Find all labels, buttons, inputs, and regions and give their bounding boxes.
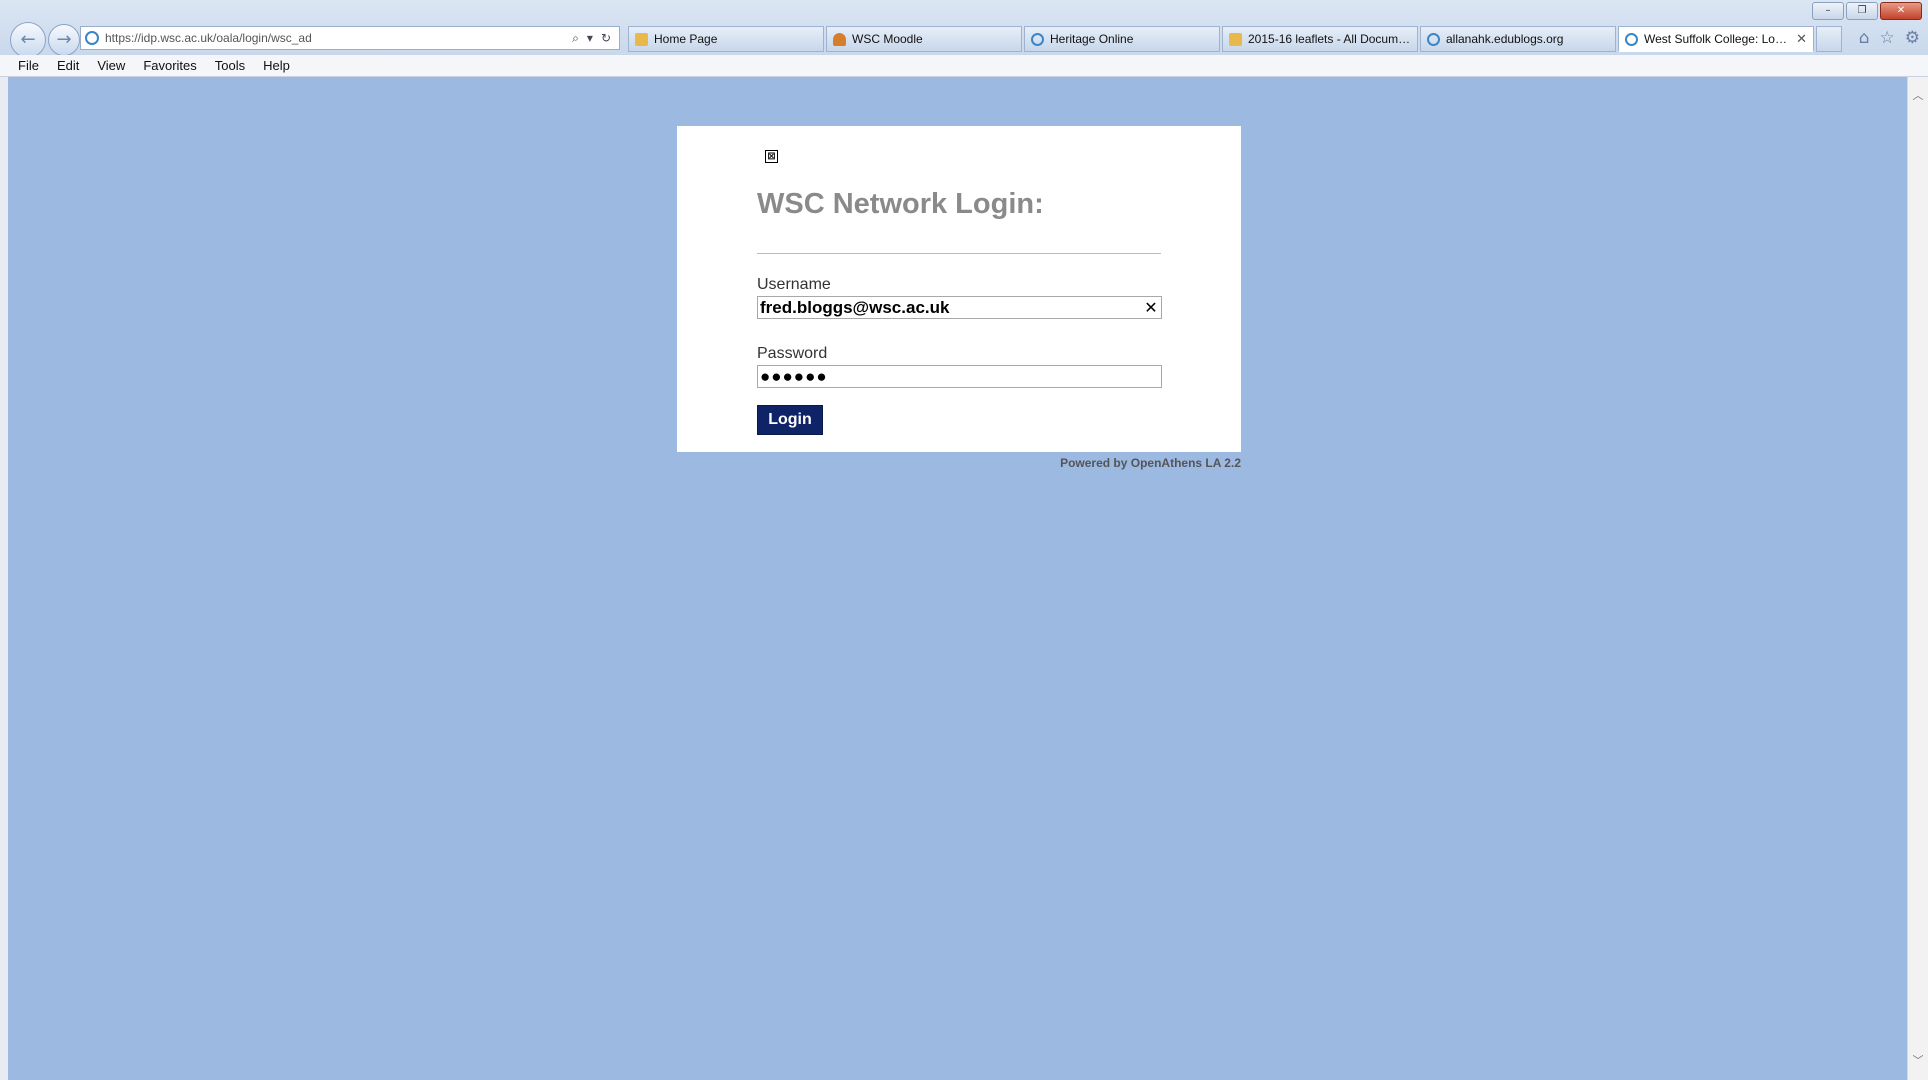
powered-by-text: Powered by OpenAthens LA 2.2 bbox=[1060, 456, 1241, 470]
refresh-icon[interactable]: ↻ bbox=[601, 31, 611, 46]
tab-leaflets[interactable]: 2015-16 leaflets - All Docume... bbox=[1222, 26, 1418, 52]
scroll-up-icon[interactable]: ︿ bbox=[1908, 87, 1928, 103]
tab-home-page[interactable]: Home Page bbox=[628, 26, 824, 52]
favorites-star-icon[interactable]: ☆ bbox=[1880, 28, 1895, 48]
tab-strip: Home Page WSC Moodle Heritage Online 201… bbox=[628, 26, 1842, 52]
tab-label: Home Page bbox=[654, 32, 718, 46]
tab-label: 2015-16 leaflets - All Docume... bbox=[1248, 32, 1411, 46]
vertical-scrollbar[interactable]: ︿ ﹀ bbox=[1907, 77, 1928, 1080]
password-label: Password bbox=[757, 345, 828, 362]
restore-button[interactable]: ❐ bbox=[1846, 2, 1878, 20]
tab-edublogs[interactable]: allanahk.edublogs.org bbox=[1420, 26, 1616, 52]
ie-page-icon bbox=[1625, 32, 1638, 46]
browser-chrome: – ❐ ✕ ← → https://idp.wsc.ac.uk/oala/log… bbox=[0, 0, 1928, 58]
home-icon[interactable]: ⌂ bbox=[1859, 28, 1870, 48]
arrow-right-icon: → bbox=[56, 29, 72, 50]
ie-page-icon bbox=[1031, 32, 1044, 46]
tab-label: West Suffolk College: Login bbox=[1644, 32, 1791, 46]
tab-heritage-online[interactable]: Heritage Online bbox=[1024, 26, 1220, 52]
close-tab-icon[interactable]: ✕ bbox=[1796, 31, 1807, 47]
login-card: ⊠ WSC Network Login: Username ✕ Password… bbox=[677, 126, 1241, 452]
new-tab-button[interactable] bbox=[1816, 26, 1842, 52]
clear-input-icon[interactable]: ✕ bbox=[1142, 297, 1160, 318]
forward-button[interactable]: → bbox=[48, 24, 80, 56]
chevron-down-icon[interactable]: ▾ bbox=[587, 31, 593, 46]
tab-label: Heritage Online bbox=[1050, 32, 1134, 46]
menu-bar: File Edit View Favorites Tools Help bbox=[0, 55, 1928, 77]
sharepoint-icon bbox=[635, 32, 648, 46]
tab-label: allanahk.edublogs.org bbox=[1446, 32, 1564, 46]
tab-label: WSC Moodle bbox=[852, 32, 923, 46]
title-divider bbox=[757, 253, 1161, 254]
search-icon[interactable]: ⌕ bbox=[572, 31, 579, 46]
username-field[interactable] bbox=[757, 296, 1162, 319]
gear-icon[interactable]: ⚙ bbox=[1905, 28, 1920, 48]
scroll-down-icon[interactable]: ﹀ bbox=[1908, 1052, 1928, 1068]
menu-favorites[interactable]: Favorites bbox=[134, 58, 205, 73]
close-window-button[interactable]: ✕ bbox=[1880, 2, 1922, 20]
address-url[interactable]: https://idp.wsc.ac.uk/oala/login/wsc_ad bbox=[105, 31, 572, 45]
menu-help[interactable]: Help bbox=[254, 58, 299, 73]
menu-view[interactable]: View bbox=[88, 58, 134, 73]
username-label: Username bbox=[757, 276, 831, 293]
login-button[interactable]: Login bbox=[757, 405, 823, 435]
ie-page-icon bbox=[1427, 32, 1440, 46]
tab-wsc-moodle[interactable]: WSC Moodle bbox=[826, 26, 1022, 52]
window-controls: – ❐ ✕ bbox=[1812, 2, 1922, 20]
back-button[interactable]: ← bbox=[10, 22, 46, 58]
broken-image-icon: ⊠ bbox=[765, 150, 778, 163]
minimize-button[interactable]: – bbox=[1812, 2, 1844, 20]
menu-file[interactable]: File bbox=[0, 58, 48, 73]
arrow-left-icon: ← bbox=[20, 29, 36, 50]
ie-page-icon bbox=[85, 31, 99, 45]
tab-wsc-login[interactable]: West Suffolk College: Login ✕ bbox=[1618, 26, 1814, 52]
sharepoint-icon bbox=[1229, 32, 1242, 46]
menu-tools[interactable]: Tools bbox=[206, 58, 254, 73]
browser-tools: ⌂ ☆ ⚙ bbox=[1859, 28, 1920, 48]
moodle-icon bbox=[833, 32, 846, 46]
password-field[interactable] bbox=[757, 365, 1162, 388]
address-bar[interactable]: https://idp.wsc.ac.uk/oala/login/wsc_ad … bbox=[80, 26, 620, 50]
menu-edit[interactable]: Edit bbox=[48, 58, 88, 73]
page-title: WSC Network Login: bbox=[757, 188, 1044, 220]
address-tools: ⌕ ▾ ↻ bbox=[572, 31, 619, 46]
